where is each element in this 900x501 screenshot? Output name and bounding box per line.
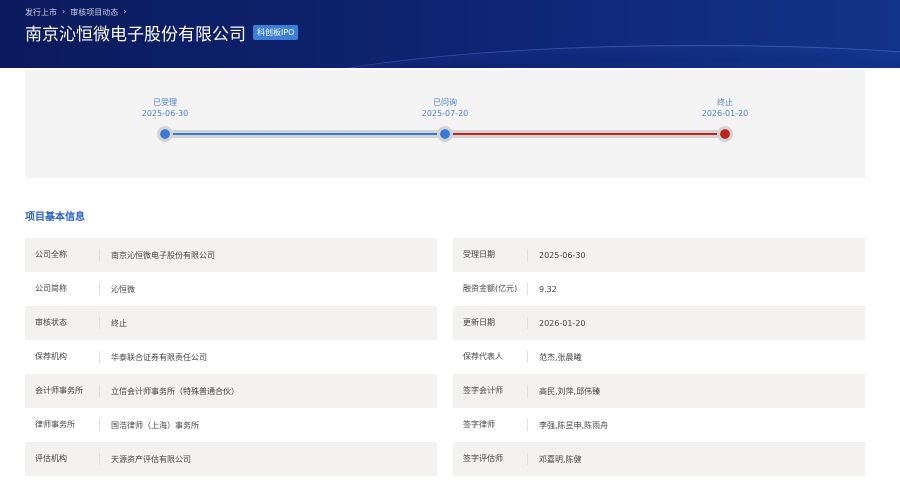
- info-row: 律师事务所 国浩律师（上海）事务所: [25, 408, 437, 442]
- info-row: 保荐机构 华泰联合证券有限责任公司: [25, 340, 437, 374]
- breadcrumb: 发行上市 › 审核项目动态 ›: [25, 7, 126, 18]
- review-progress: 已受理 2025-06-30 已问询 2025-07-20 终止 2026-01-20: [25, 70, 865, 178]
- info-value: 华泰联合证券有限责任公司: [111, 352, 207, 362]
- board-badge: 科创板IPO: [253, 25, 299, 40]
- info-value: 9.32: [539, 284, 557, 294]
- info-row: 签字评估师 邓嘉明,陈健: [453, 442, 865, 476]
- chevron-right-icon: ›: [62, 7, 66, 16]
- info-value: 高民,刘萍,邱伟臻: [539, 386, 601, 396]
- info-row: 更新日期 2026-01-20: [453, 306, 865, 340]
- step-node: [157, 126, 173, 142]
- progress-segment: [165, 133, 445, 135]
- info-value: 2025-06-30: [539, 250, 586, 260]
- info-table-right: 受理日期 2025-06-30 融资金额(亿元) 9.32 更新日期 2026-01-20…: [453, 238, 865, 476]
- info-key: 会计师事务所: [25, 385, 100, 397]
- step-label: 终止 2026-01-20: [701, 98, 749, 118]
- info-row: 评估机构 天源资产评估有限公司: [25, 442, 437, 476]
- section-title: 项目基本信息: [25, 212, 85, 223]
- step-label: 已受理 2025-06-30: [141, 98, 189, 118]
- info-row: 公司简称 沁恒微: [25, 272, 437, 306]
- info-row: 融资金额(亿元) 9.32: [453, 272, 865, 306]
- info-row: 签字律师 李强,陈昱申,陈雨舟: [453, 408, 865, 442]
- breadcrumb-link[interactable]: 发行上市: [25, 7, 57, 18]
- info-row: 审核状态 终止: [25, 306, 437, 340]
- step-node: [717, 126, 733, 142]
- info-value: 范杰,张晨曦: [539, 352, 582, 362]
- info-value: 立信会计师事务所（特殊普通合伙）: [111, 386, 239, 396]
- info-key: 保荐代表人: [453, 351, 528, 363]
- step-label: 已问询 2025-07-20: [421, 98, 469, 118]
- info-key: 更新日期: [453, 317, 528, 329]
- info-value: 国浩律师（上海）事务所: [111, 420, 199, 430]
- info-value: 2026-01-20: [539, 318, 586, 328]
- info-row: 受理日期 2025-06-30: [453, 238, 865, 272]
- info-key: 融资金额(亿元): [453, 283, 528, 295]
- info-key: 签字会计师: [453, 385, 528, 397]
- page-title: 南京沁恒微电子股份有限公司: [25, 25, 246, 45]
- info-value: 邓嘉明,陈健: [539, 454, 582, 464]
- step-node: [437, 126, 453, 142]
- info-key: 签字律师: [453, 419, 528, 431]
- info-key: 签字评估师: [453, 453, 528, 465]
- info-key: 保荐机构: [25, 351, 100, 363]
- info-table-left: 公司全称 南京沁恒微电子股份有限公司公司简称 沁恒微审核状态 终止保荐机构 华泰联合证券…: [25, 238, 437, 476]
- progress-segment: [445, 133, 725, 135]
- info-value: 终止: [111, 318, 127, 328]
- info-key: 审核状态: [25, 317, 100, 329]
- info-row: 保荐代表人 范杰,张晨曦: [453, 340, 865, 374]
- breadcrumb-link[interactable]: 审核项目动态: [70, 7, 118, 18]
- page-header: 发行上市 › 审核项目动态 › 南京沁恒微电子股份有限公司 科创板IPO: [0, 0, 900, 68]
- info-value: 沁恒微: [111, 284, 135, 294]
- info-key: 律师事务所: [25, 419, 100, 431]
- info-row: 签字会计师 高民,刘萍,邱伟臻: [453, 374, 865, 408]
- info-value: 天源资产评估有限公司: [111, 454, 191, 464]
- info-key: 受理日期: [453, 249, 528, 261]
- info-value: 李强,陈昱申,陈雨舟: [539, 420, 609, 430]
- info-key: 公司简称: [25, 283, 100, 295]
- info-key: 评估机构: [25, 453, 100, 465]
- chevron-right-icon: ›: [123, 7, 127, 16]
- info-value: 南京沁恒微电子股份有限公司: [111, 250, 215, 260]
- info-row: 公司全称 南京沁恒微电子股份有限公司: [25, 238, 437, 272]
- info-key: 公司全称: [25, 249, 100, 261]
- info-row: 会计师事务所 立信会计师事务所（特殊普通合伙）: [25, 374, 437, 408]
